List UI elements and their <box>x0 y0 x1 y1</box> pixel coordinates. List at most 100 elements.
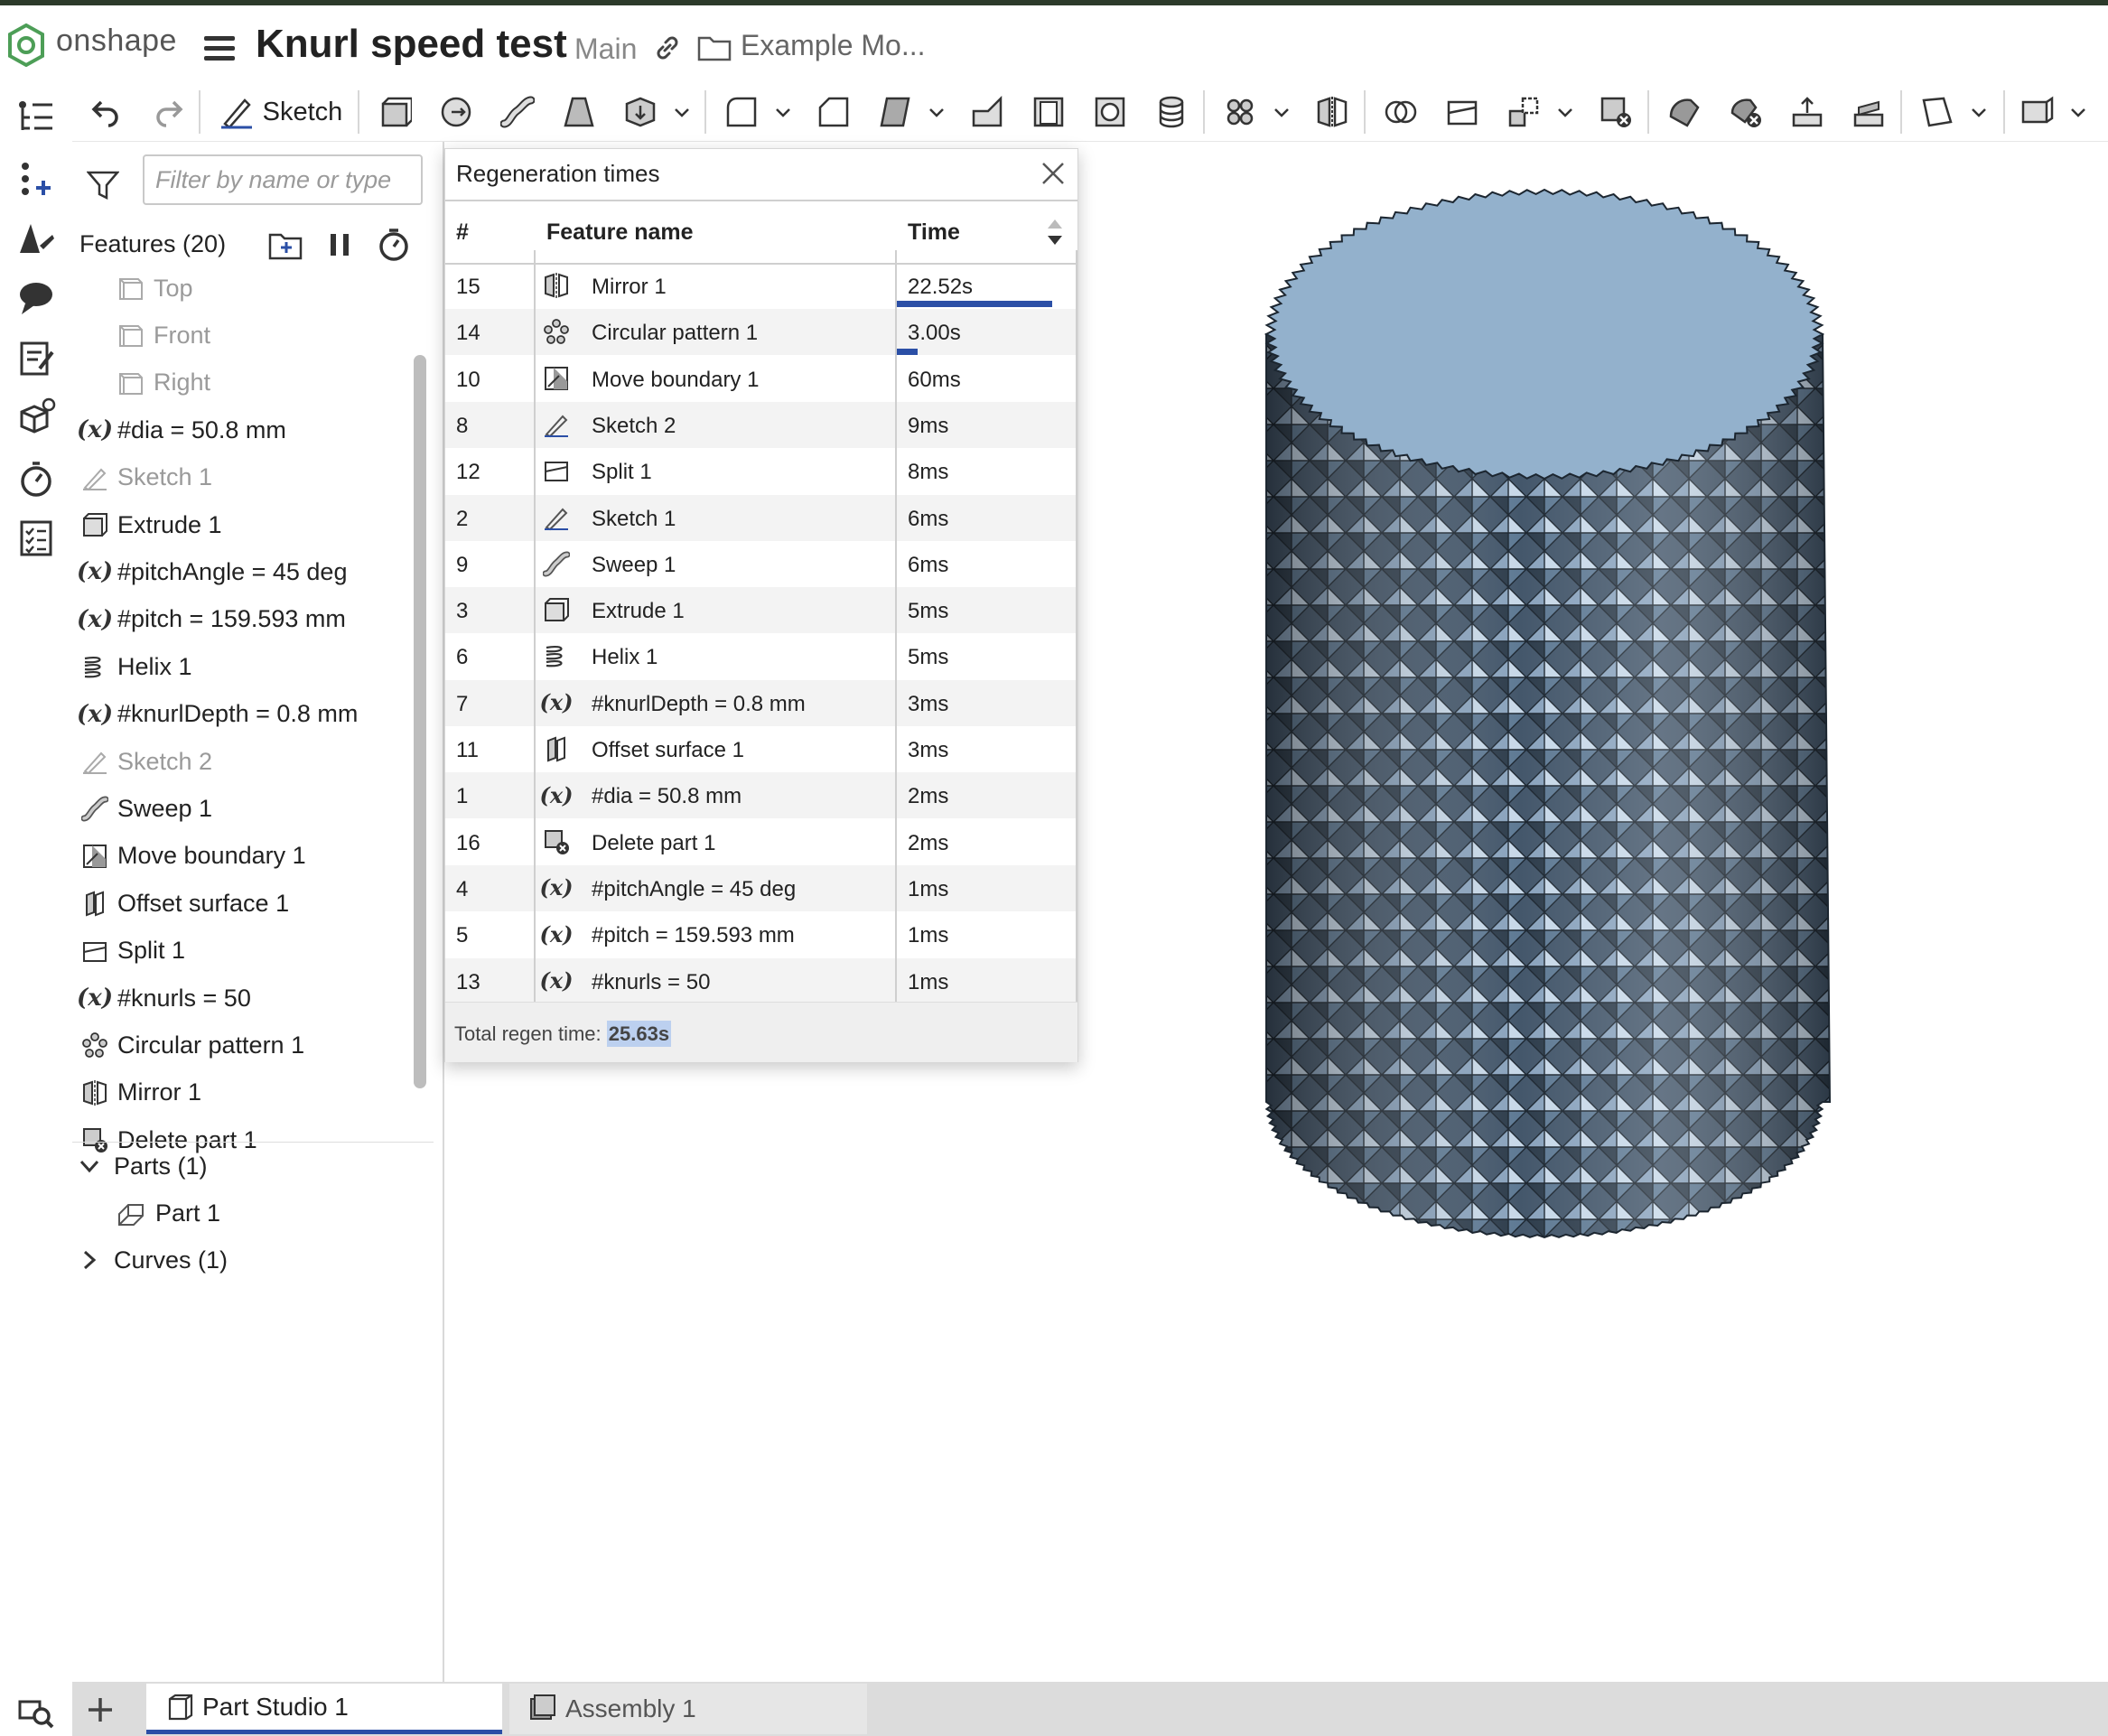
add-tab-icon[interactable] <box>85 1694 116 1725</box>
feature-item[interactable]: (x) #knurlDepth = 0.8 mm <box>77 691 358 738</box>
feature-item[interactable]: Sketch 1 <box>79 454 212 501</box>
mirror-tool-icon[interactable] <box>1310 90 1355 134</box>
split-tool-icon[interactable] <box>1440 90 1485 134</box>
delete-face-tool-icon[interactable] <box>1723 90 1768 134</box>
loft-tool-icon[interactable] <box>556 90 602 134</box>
comments-icon[interactable] <box>13 275 60 322</box>
plane-tool-icon[interactable] <box>1915 90 1960 134</box>
revolve-tool-icon[interactable] <box>434 90 479 134</box>
fillet-dropdown-chevron-icon[interactable] <box>770 90 797 134</box>
redo-icon[interactable] <box>146 90 191 134</box>
regen-table-row[interactable]: 7 (x) #knurlDepth = 0.8 mm 3ms <box>445 679 1077 726</box>
feature-item[interactable]: (x) #knurls = 50 <box>77 975 251 1022</box>
move-face-tool-icon[interactable] <box>1785 90 1830 134</box>
document-title[interactable]: Knurl speed test <box>256 22 567 67</box>
regen-table-row[interactable]: 6 Helix 1 5ms <box>445 633 1077 679</box>
regen-table-row[interactable]: 5 (x) #pitch = 159.593 mm 1ms <box>445 911 1077 957</box>
folder-icon[interactable] <box>697 34 732 61</box>
feature-item[interactable]: (x) #pitchAngle = 45 deg <box>77 548 348 595</box>
thicken-tool-icon[interactable] <box>618 90 663 134</box>
sweep-tool-icon[interactable] <box>495 90 540 134</box>
3d-viewport[interactable] <box>1129 154 2032 1255</box>
filter-icon[interactable] <box>87 169 119 200</box>
regen-table-row[interactable]: 10 Move boundary 1 60ms <box>445 356 1077 402</box>
appearance-icon[interactable] <box>13 215 60 262</box>
chamfer-tool-icon[interactable] <box>811 90 856 134</box>
insert-feature-icon[interactable] <box>13 155 60 202</box>
onshape-logo-icon[interactable] <box>7 23 45 67</box>
regen-table-row[interactable]: 3 Extrude 1 5ms <box>445 587 1077 634</box>
curves-group[interactable]: Curves (1) <box>78 1237 228 1283</box>
feature-item[interactable]: Circular pattern 1 <box>79 1022 304 1069</box>
regen-table-row[interactable]: 15 Mirror 1 22.52s <box>445 263 1077 309</box>
notes-icon[interactable] <box>13 334 60 381</box>
thicken-dropdown-chevron-icon[interactable] <box>668 90 695 134</box>
tab-part-studio-1[interactable]: Part Studio 1 <box>146 1684 502 1734</box>
feature-list-icon[interactable] <box>13 94 60 141</box>
configurations-icon[interactable] <box>13 394 60 441</box>
regen-table-row[interactable]: 14 Circular pattern 1 3.00s <box>445 309 1077 356</box>
feature-item[interactable]: (x) #dia = 50.8 mm <box>77 406 286 453</box>
pattern-tool-icon[interactable] <box>1217 90 1263 134</box>
regen-table-row[interactable]: 4 (x) #pitchAngle = 45 deg 1ms <box>445 864 1077 911</box>
column-header-time[interactable]: Time <box>908 219 960 246</box>
fillet-tool-icon[interactable] <box>719 90 764 134</box>
extrude-tool-icon[interactable] <box>372 90 417 134</box>
filter-input[interactable] <box>143 154 423 205</box>
close-icon[interactable] <box>1040 160 1067 187</box>
feature-item[interactable]: (x) #pitch = 159.593 mm <box>77 596 346 643</box>
part-item[interactable]: Part 1 <box>116 1190 220 1236</box>
checklist-icon[interactable] <box>13 515 60 562</box>
rib-tool-icon[interactable] <box>965 90 1010 134</box>
feature-item[interactable]: Split 1 <box>79 928 185 975</box>
feature-item[interactable]: Right <box>116 359 210 406</box>
regen-table-row[interactable]: 11 Offset surface 1 3ms <box>445 726 1077 772</box>
feature-item[interactable]: Top <box>116 265 193 312</box>
regen-table-row[interactable]: 9 Sweep 1 6ms <box>445 541 1077 587</box>
thread-tool-icon[interactable] <box>1149 90 1194 134</box>
regen-table-row[interactable]: 1 (x) #dia = 50.8 mm 2ms <box>445 772 1077 819</box>
regen-timer-icon[interactable] <box>13 455 60 502</box>
regen-table-row[interactable]: 8 Sketch 2 9ms <box>445 401 1077 448</box>
sketch-button[interactable]: Sketch <box>215 90 347 134</box>
folder-name[interactable]: Example Mo... <box>741 29 926 62</box>
link-icon[interactable] <box>652 33 683 63</box>
feature-list-scrollbar[interactable] <box>414 355 426 1088</box>
feature-item[interactable]: Move boundary 1 <box>79 833 306 880</box>
main-menu-icon[interactable] <box>204 36 235 61</box>
column-header-feature-name[interactable]: Feature name <box>546 219 694 246</box>
sort-arrows-icon[interactable] <box>1043 216 1067 248</box>
feature-item[interactable]: Sketch 2 <box>79 738 212 785</box>
shell-tool-icon[interactable] <box>1026 90 1071 134</box>
draft-tool-icon[interactable] <box>872 90 918 134</box>
boolean-tool-icon[interactable] <box>1378 90 1423 134</box>
transform-tool-icon[interactable] <box>1501 90 1546 134</box>
sheet-metal-dropdown-chevron-icon[interactable] <box>2065 90 2092 134</box>
plane-dropdown-chevron-icon[interactable] <box>1965 90 1992 134</box>
sheet-metal-tool-icon[interactable] <box>2014 90 2059 134</box>
feature-item[interactable]: Offset surface 1 <box>79 880 289 927</box>
feature-item[interactable]: Sweep 1 <box>79 785 212 832</box>
replace-face-tool-icon[interactable] <box>1846 90 1891 134</box>
delete-part-tool-icon[interactable] <box>1593 90 1638 134</box>
hole-tool-icon[interactable] <box>1087 90 1133 134</box>
feature-item[interactable]: Helix 1 <box>79 643 192 690</box>
draft-dropdown-chevron-icon[interactable] <box>923 90 950 134</box>
knurled-cylinder-part[interactable] <box>1129 154 2032 1255</box>
transform-dropdown-chevron-icon[interactable] <box>1552 90 1579 134</box>
parts-group[interactable]: Parts (1) <box>78 1143 208 1189</box>
pause-icon[interactable] <box>322 227 358 263</box>
feature-item[interactable]: Extrude 1 <box>79 501 222 548</box>
feature-item[interactable]: Front <box>116 312 210 359</box>
column-header-number[interactable]: # <box>456 219 469 246</box>
regen-table-row[interactable]: 16 Delete part 1 2ms <box>445 819 1077 865</box>
regen-table-row[interactable]: 12 Split 1 8ms <box>445 448 1077 494</box>
modify-fillet-tool-icon[interactable] <box>1662 90 1707 134</box>
regen-table-row[interactable]: 2 Sketch 1 6ms <box>445 494 1077 541</box>
feature-item[interactable]: Mirror 1 <box>79 1069 201 1116</box>
workspace-name[interactable]: Main <box>574 33 637 66</box>
pattern-dropdown-chevron-icon[interactable] <box>1268 90 1295 134</box>
tab-assembly-1[interactable]: Assembly 1 <box>509 1684 867 1734</box>
stopwatch-icon[interactable] <box>376 227 412 263</box>
undo-icon[interactable] <box>83 90 128 134</box>
